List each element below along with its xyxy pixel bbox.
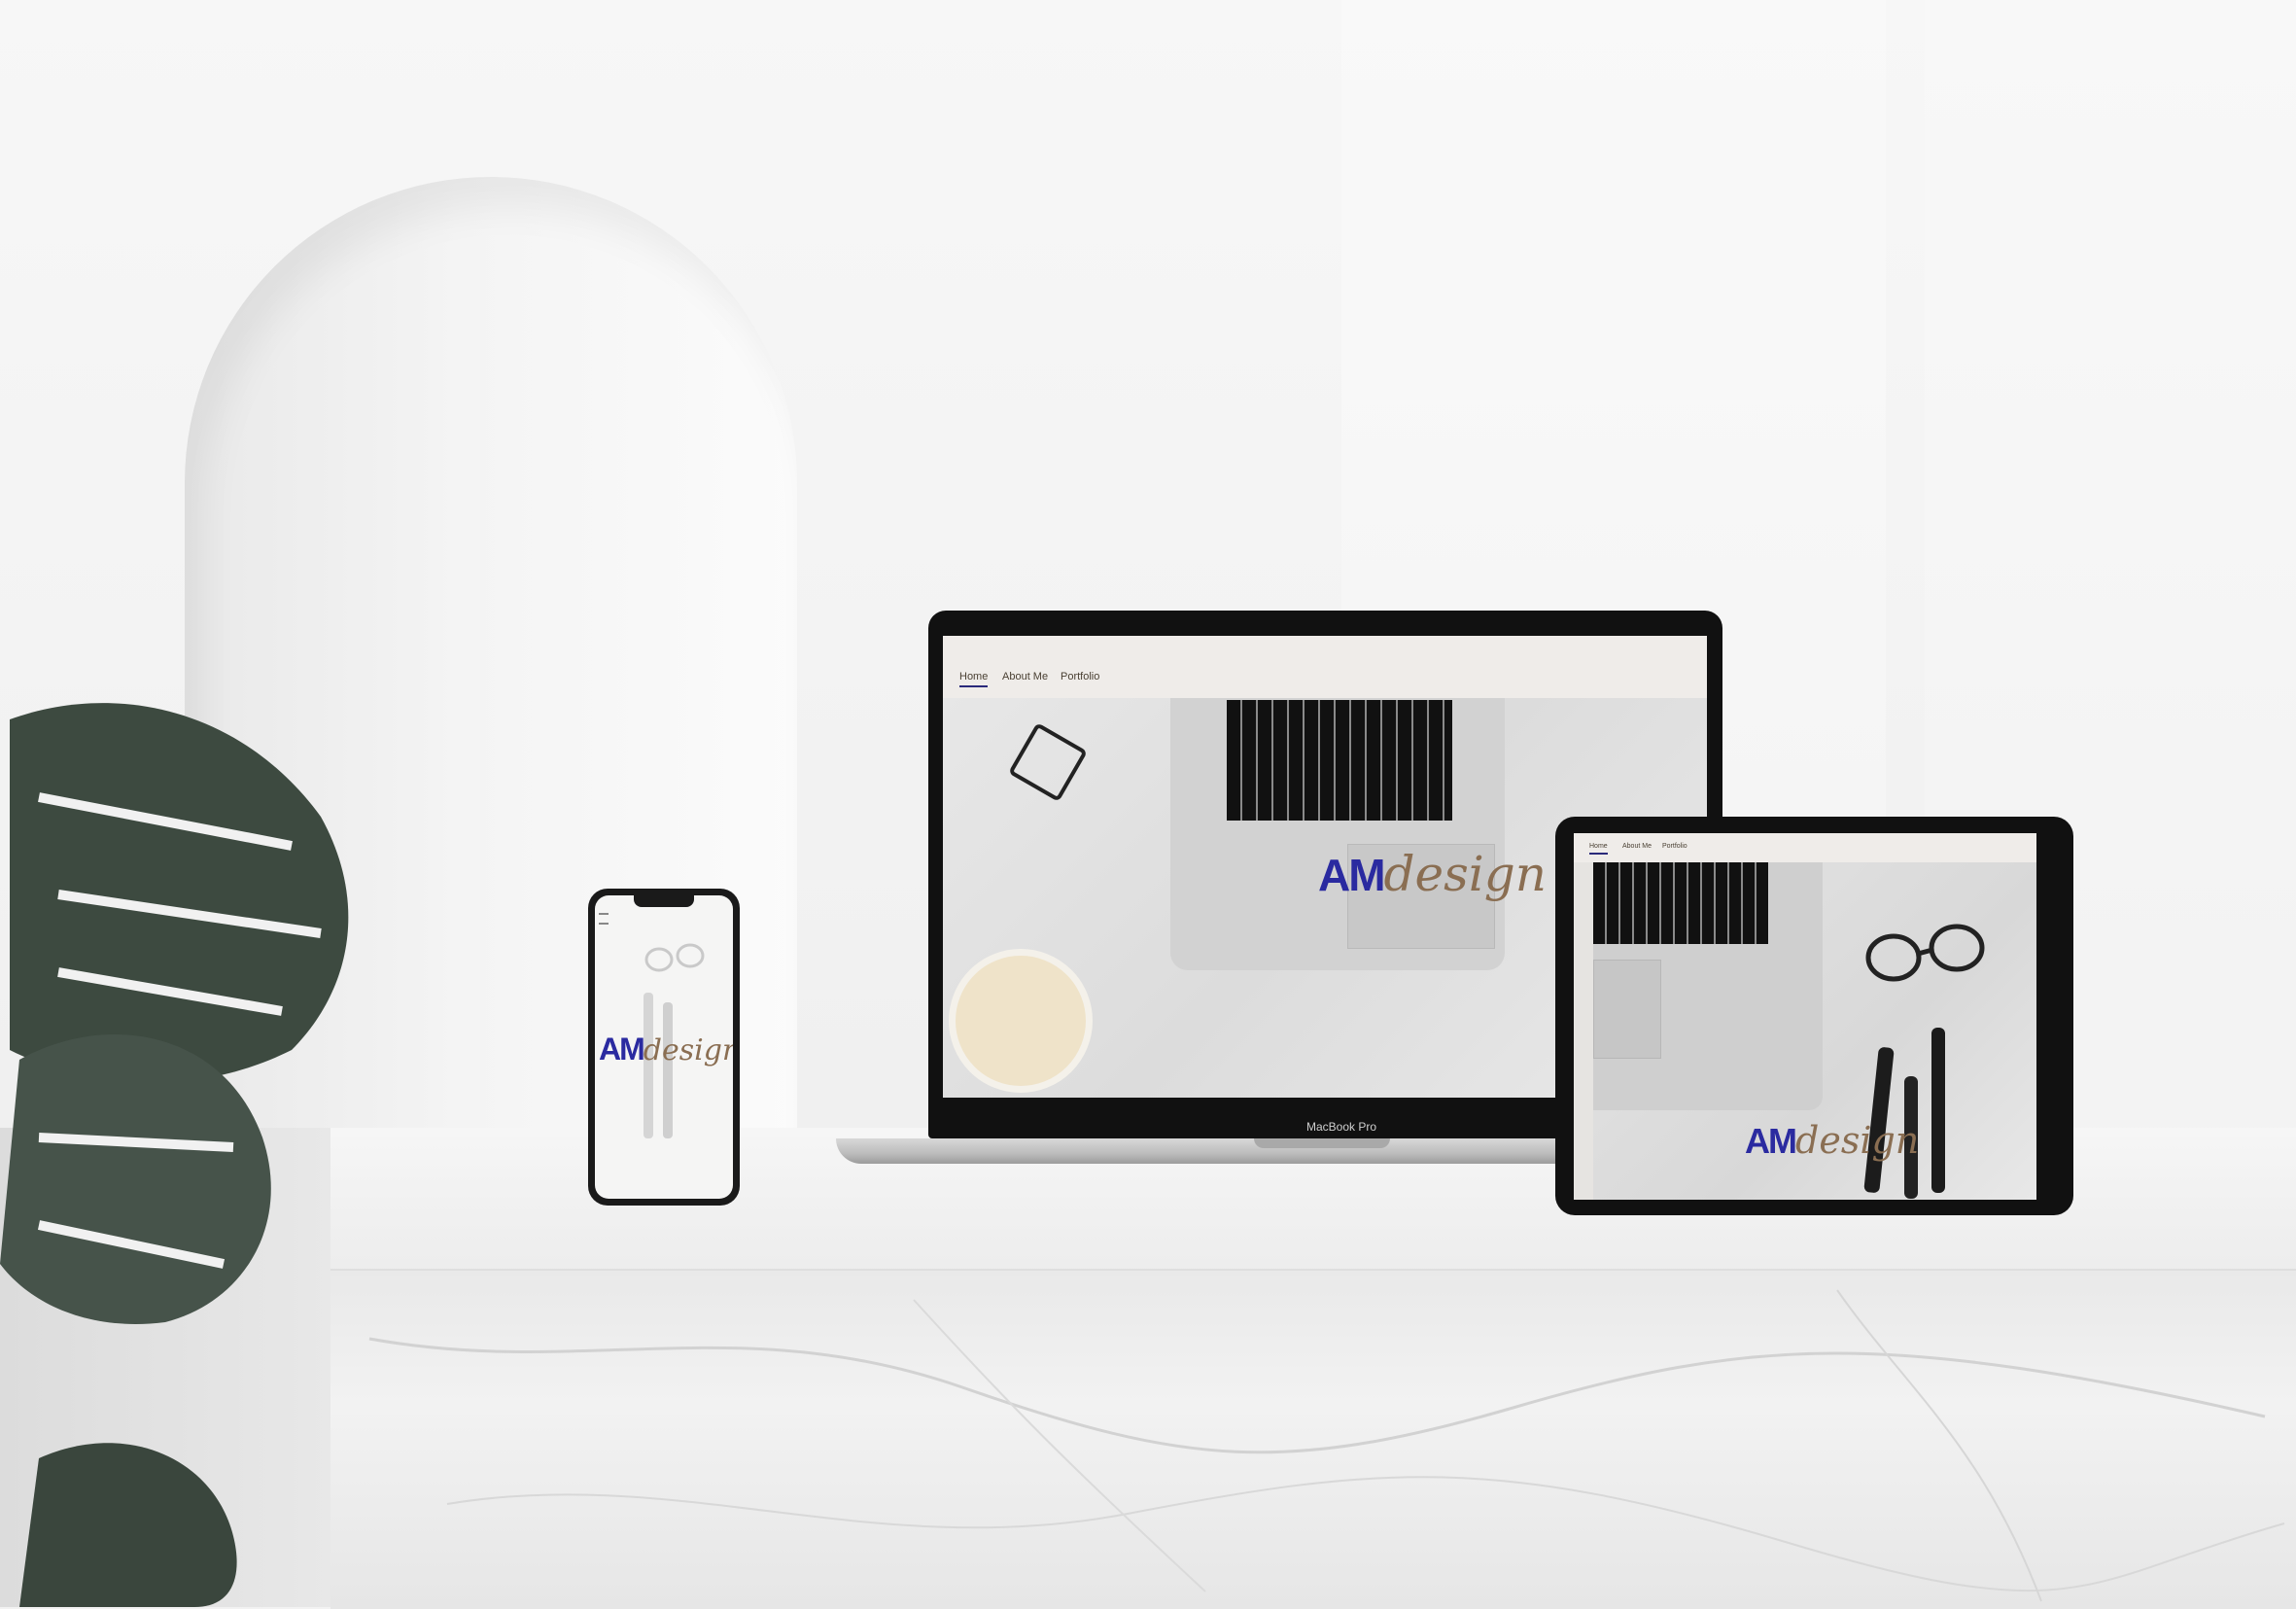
nav-home[interactable]: Home [959, 671, 989, 687]
logo-am: AM [599, 1032, 645, 1067]
keyboard-photo [1593, 862, 1823, 1110]
amdesign-logo: AMdesign [1318, 846, 1547, 902]
tablet-screen: Home About Me Portfolio AMdesign [1574, 833, 2036, 1200]
amdesign-logo: AMdesign [599, 1032, 733, 1067]
glasses-photo [1865, 924, 1985, 982]
logo-design: design [643, 1033, 733, 1067]
logo-am: AM [1318, 850, 1386, 900]
nav-about-me[interactable]: About Me [1622, 843, 1652, 850]
phone-notch [634, 895, 694, 907]
glasses-photo [644, 943, 705, 972]
nav-home[interactable]: Home [1589, 843, 1608, 855]
nav-about-me[interactable]: About Me [1002, 671, 1048, 682]
trackpad [1593, 960, 1661, 1059]
pen-photo [1931, 1028, 1945, 1193]
nav-portfolio[interactable]: Portfolio [1061, 671, 1099, 682]
tablet-navbar: Home About Me Portfolio [1574, 833, 2036, 862]
keyboard-photo [1170, 698, 1505, 970]
logo-design: design [1795, 1119, 1920, 1162]
marble-veins [368, 1289, 2285, 1602]
macbook-label: MacBook Pro [1305, 1120, 1377, 1134]
teacup-photo [949, 949, 1093, 1093]
monstera-plant [0, 703, 349, 1607]
laptop-notch [1254, 1138, 1390, 1148]
pen-photo [663, 1002, 673, 1138]
binder-clip-photo [1008, 722, 1088, 802]
marble-counter-front [330, 1269, 2296, 1609]
keys [1227, 700, 1452, 821]
menu-icon[interactable] [599, 913, 609, 925]
logo-design: design [1383, 846, 1548, 902]
keys [1593, 862, 1768, 944]
logo-am: AM [1745, 1121, 1797, 1161]
amdesign-logo: AMdesign [1745, 1119, 1919, 1162]
phone-screen: AMdesign [595, 895, 733, 1199]
nav-portfolio[interactable]: Portfolio [1662, 843, 1687, 850]
laptop-navbar: Home About Me Portfolio [943, 636, 1707, 698]
tablet-hero-image: AMdesign [1593, 862, 2036, 1200]
